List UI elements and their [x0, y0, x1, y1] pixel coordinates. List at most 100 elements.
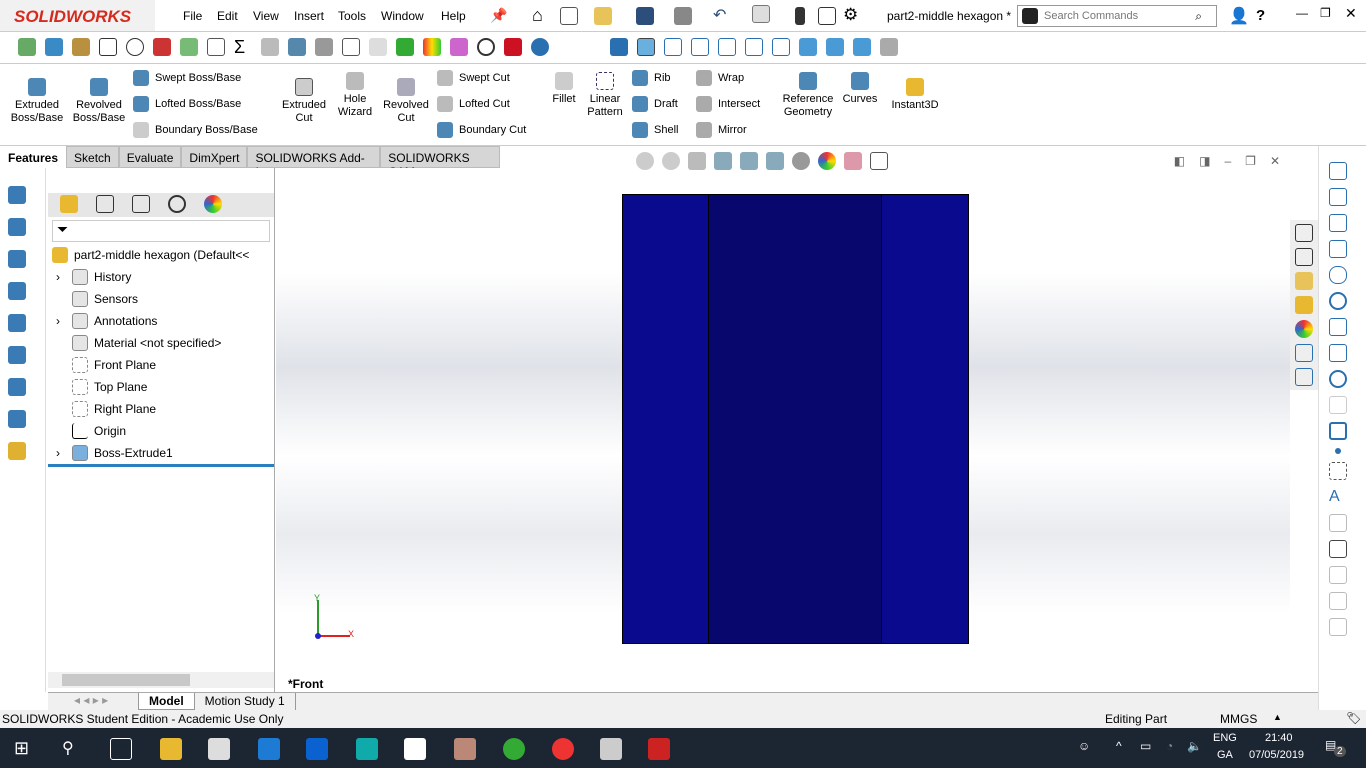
- interference-icon[interactable]: [315, 38, 333, 56]
- new-document-icon[interactable]: [560, 7, 578, 25]
- clock-date[interactable]: 07/05/2019: [1249, 749, 1304, 761]
- restore-button[interactable]: ❐: [1320, 6, 1331, 20]
- file-explorer-icon[interactable]: [1295, 272, 1313, 290]
- checkmark-icon[interactable]: [477, 38, 495, 56]
- shortcut-icon[interactable]: [8, 186, 26, 204]
- circle-icon[interactable]: [1329, 292, 1347, 310]
- arc-icon[interactable]: [1329, 318, 1347, 336]
- ellipse-icon[interactable]: [1329, 370, 1347, 388]
- boundary-boss-button[interactable]: Boundary Boss/Base: [133, 122, 258, 138]
- macro-icon[interactable]: [369, 38, 387, 56]
- help-button[interactable]: ?: [1256, 7, 1265, 24]
- hole-wizard-button[interactable]: Hole Wizard: [330, 72, 380, 119]
- polygon-icon[interactable]: [1329, 422, 1347, 440]
- configuration-manager-tab-icon[interactable]: [132, 195, 150, 213]
- resources-icon[interactable]: [1295, 224, 1313, 242]
- menu-file[interactable]: File: [183, 9, 202, 23]
- deviation-analysis-icon[interactable]: [288, 38, 306, 56]
- chrome-profile-icon[interactable]: [503, 738, 525, 760]
- collapse-left-icon[interactable]: ◧: [1174, 154, 1185, 168]
- close-button[interactable]: ✕: [1345, 5, 1357, 22]
- search-icon[interactable]: ⌕: [1195, 9, 1202, 24]
- property-manager-tab-icon[interactable]: [96, 195, 114, 213]
- extruded-boss-button[interactable]: Extruded Boss/Base: [8, 78, 66, 125]
- tab-dimxpert[interactable]: DimXpert: [181, 146, 247, 168]
- rollback-bar[interactable]: [48, 464, 274, 467]
- rebuild-icon[interactable]: [795, 7, 805, 25]
- appearance-icon[interactable]: [504, 38, 522, 56]
- appearances-icon[interactable]: [1295, 320, 1313, 338]
- swept-boss-button[interactable]: Swept Boss/Base: [133, 70, 241, 86]
- home-icon[interactable]: ⌂: [532, 5, 543, 26]
- solidworks-taskbar-icon[interactable]: [648, 738, 670, 760]
- draft-button[interactable]: Draft: [632, 96, 678, 112]
- wrap-button[interactable]: Wrap: [696, 70, 744, 86]
- rib-button[interactable]: Rib: [632, 70, 671, 86]
- scrollbar-thumb[interactable]: [62, 674, 190, 686]
- tab-sketch[interactable]: Sketch: [66, 146, 119, 168]
- swept-cut-button[interactable]: Swept Cut: [437, 70, 510, 86]
- shortcut-icon[interactable]: [8, 346, 26, 364]
- feature-manager-tab-icon[interactable]: [60, 195, 78, 213]
- forum-icon[interactable]: [1295, 368, 1313, 386]
- plane-sketch-icon[interactable]: [1329, 514, 1347, 532]
- part-face-middle[interactable]: [709, 195, 882, 643]
- view-palette-icon[interactable]: [1295, 296, 1313, 314]
- extruded-cut-button[interactable]: Extruded Cut: [276, 78, 332, 125]
- front-view-icon[interactable]: [664, 38, 682, 56]
- intersect-button[interactable]: Intersect: [696, 96, 760, 112]
- print-icon[interactable]: [674, 7, 692, 25]
- scene-icon[interactable]: [844, 152, 862, 170]
- solidworks-logo[interactable]: SOLIDWORKS: [0, 0, 155, 31]
- zoom-area-icon[interactable]: [662, 152, 680, 170]
- sketch-tool-icon[interactable]: [880, 38, 898, 56]
- block-icon[interactable]: [1329, 540, 1347, 558]
- menu-window[interactable]: Window: [381, 9, 424, 23]
- fillet-button[interactable]: Fillet: [546, 72, 582, 106]
- tree-item-origin[interactable]: Origin: [48, 420, 275, 442]
- minimize-button[interactable]: —: [1296, 6, 1308, 20]
- keyboard-layout[interactable]: GA: [1217, 749, 1233, 761]
- people-icon[interactable]: ☺: [1078, 739, 1090, 753]
- store-icon[interactable]: [208, 738, 230, 760]
- geometry-analysis-icon[interactable]: [207, 38, 225, 56]
- display-manager-tab-icon[interactable]: [204, 195, 222, 213]
- menu-tools[interactable]: Tools: [338, 9, 366, 23]
- rectangle-icon[interactable]: [1329, 240, 1347, 258]
- battery-icon[interactable]: ▭: [1140, 739, 1151, 753]
- part-face-left[interactable]: [623, 195, 709, 643]
- menu-insert[interactable]: Insert: [294, 9, 324, 23]
- filter-input[interactable]: ⏷: [52, 220, 270, 242]
- smart-dimension-icon[interactable]: [1329, 188, 1347, 206]
- point-icon[interactable]: [1335, 448, 1341, 454]
- clock-time[interactable]: 21:40: [1265, 732, 1293, 744]
- zebra-stripes-icon[interactable]: [450, 38, 468, 56]
- convert-entities-icon[interactable]: [1329, 566, 1347, 584]
- excel-table-icon[interactable]: [396, 38, 414, 56]
- view-orientation-icon[interactable]: [740, 152, 758, 170]
- zoom-to-fit-icon[interactable]: [636, 152, 654, 170]
- view-icon[interactable]: [531, 38, 549, 56]
- tree-root[interactable]: part2-middle hexagon (Default<<: [48, 244, 275, 266]
- trimetric-view-icon[interactable]: [853, 38, 871, 56]
- volume-icon[interactable]: 🔈: [1187, 739, 1202, 753]
- file-explorer-icon[interactable]: [160, 738, 182, 760]
- expand-icon[interactable]: ›: [56, 446, 72, 460]
- section-view-icon[interactable]: [714, 152, 732, 170]
- tree-item-annotations[interactable]: ›Annotations: [48, 310, 275, 332]
- hide-show-icon[interactable]: [792, 152, 810, 170]
- top-view-icon[interactable]: [772, 38, 790, 56]
- show-hidden-icons[interactable]: ^: [1116, 739, 1122, 753]
- undo-icon[interactable]: ↶: [713, 5, 726, 25]
- performance-icon[interactable]: [153, 38, 171, 56]
- right-view-icon[interactable]: [745, 38, 763, 56]
- tab-motion-study[interactable]: Motion Study 1: [195, 693, 296, 710]
- slot-icon[interactable]: [1329, 266, 1347, 284]
- expand-icon[interactable]: ›: [56, 314, 72, 328]
- reference-geometry-button[interactable]: Reference Geometry: [779, 72, 837, 119]
- boundary-cut-button[interactable]: Boundary Cut: [437, 122, 526, 138]
- text-icon[interactable]: A: [1329, 488, 1347, 506]
- tree-item-right-plane[interactable]: Right Plane: [48, 398, 275, 420]
- mass-properties-icon[interactable]: [72, 38, 90, 56]
- pattern-sketch-icon[interactable]: [1329, 618, 1347, 636]
